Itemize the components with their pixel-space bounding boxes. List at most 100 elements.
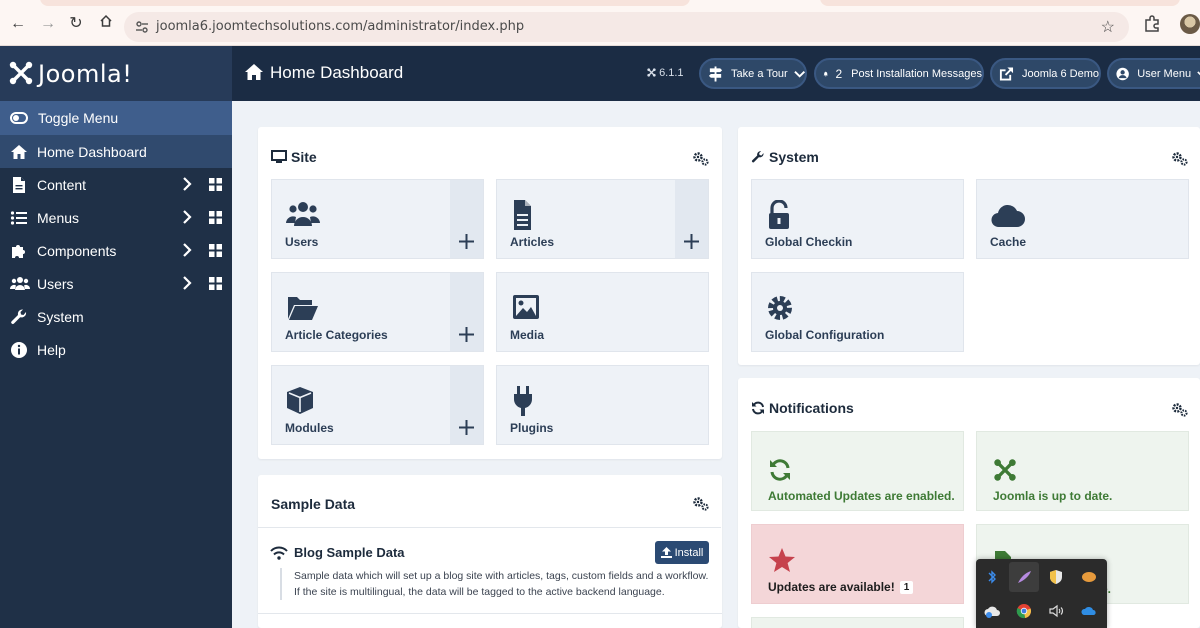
home-icon [245, 64, 263, 80]
cookie-icon[interactable] [1081, 569, 1097, 585]
blog-title-text: Blog Sample Data [294, 545, 405, 560]
add-article-button[interactable] [675, 180, 708, 258]
plugins-tile[interactable]: Plugins [496, 365, 709, 445]
divider [258, 527, 721, 528]
cache-tile[interactable]: Cache [976, 179, 1189, 259]
tile-label: Automated Updates are enabled. [768, 489, 955, 503]
signpost-icon [708, 65, 723, 82]
chevron-right-icon[interactable] [180, 177, 194, 191]
file-icon [514, 200, 531, 230]
install-button[interactable]: Install [655, 541, 709, 564]
sidebar-item-label: Toggle Menu [38, 110, 119, 126]
tile-label: Updates are available! 1 [768, 580, 914, 594]
articles-tile[interactable]: Articles [496, 179, 709, 259]
browser-chrome: ← → ↻ joomla6.joomtechsolutions.com/admi… [0, 0, 1200, 46]
take-a-tour-label: Take a Tour [731, 67, 788, 80]
forward-icon[interactable]: → [38, 14, 58, 34]
tile-label: Joomla is up to date. [993, 489, 1113, 503]
joomla-logo-icon [9, 61, 33, 85]
sidebar-item-content[interactable]: Content [0, 168, 232, 201]
bell-icon [823, 71, 828, 76]
dashboard-grid-icon[interactable] [209, 211, 222, 224]
external-link-icon [999, 66, 1014, 81]
sample-data-card: Sample Data Blog Sample Data Install Sam… [258, 475, 722, 628]
blog-sample-description: Sample data which will set up a blog sit… [280, 568, 715, 600]
url-text[interactable]: joomla6.joomtechsolutions.com/administra… [156, 19, 524, 34]
global-configuration-tile[interactable]: Global Configuration [751, 272, 964, 352]
cloud-sync-icon[interactable] [984, 603, 1000, 619]
article-categories-tile[interactable]: Article Categories [271, 272, 484, 352]
dashboard-grid-icon[interactable] [209, 277, 222, 290]
security-shield-icon[interactable] [1048, 569, 1064, 585]
site-info-icon[interactable] [134, 19, 150, 35]
sidebar-item-label: Help [37, 342, 66, 358]
add-module-button[interactable] [450, 366, 483, 444]
automated-updates-tile[interactable]: Automated Updates are enabled. [751, 431, 964, 511]
joomla-demo-label: Joomla 6 Demo [1021, 67, 1099, 80]
profile-avatar[interactable] [1180, 14, 1200, 34]
joomla-version: 6.1.1 [647, 67, 684, 79]
global-checkin-tile[interactable]: Global Checkin [751, 179, 964, 259]
chevron-right-icon[interactable] [180, 276, 194, 290]
system-tray-overflow [976, 559, 1107, 628]
plus-icon [459, 234, 474, 249]
media-tile[interactable]: Media [496, 272, 709, 352]
home-page-icon[interactable] [96, 14, 116, 34]
brand[interactable]: Joomla! [0, 46, 232, 101]
user-circle-icon [1116, 67, 1129, 80]
updates-count-badge: 1 [899, 580, 914, 594]
folder-open-icon [288, 297, 318, 320]
user-menu-button[interactable]: User Menu [1107, 58, 1200, 89]
updates-available-tile[interactable]: Updates are available! 1 [751, 524, 964, 604]
add-category-button[interactable] [450, 273, 483, 351]
sidebar-item-users[interactable]: Users [0, 267, 232, 300]
system-card-title: System [751, 149, 819, 165]
joomla-up-to-date-tile[interactable]: Joomla is up to date. [976, 431, 1189, 511]
browser-tab[interactable] [40, 0, 690, 6]
joomla-logo-icon [647, 68, 656, 77]
users-tile[interactable]: Users [271, 179, 484, 259]
sidebar-item-components[interactable]: Components [0, 234, 232, 267]
desktop-icon [271, 150, 287, 163]
cogs-icon[interactable] [692, 151, 709, 166]
gear-icon [768, 296, 792, 320]
site-card-title: Site [271, 149, 317, 165]
modules-tile[interactable]: Modules [271, 365, 484, 445]
sidebar-item-toggle-menu[interactable]: Toggle Menu [0, 101, 232, 135]
chrome-icon[interactable] [1016, 603, 1032, 619]
user-menu-label: User Menu [1137, 67, 1192, 80]
cogs-icon[interactable] [1171, 151, 1188, 166]
post-installation-messages-button[interactable]: 2 Post Installation Messages [814, 58, 984, 89]
sidebar-item-home-dashboard[interactable]: Home Dashboard [0, 135, 232, 168]
notification-tile-partial[interactable] [751, 617, 964, 628]
take-a-tour-button[interactable]: Take a Tour [699, 58, 807, 89]
users-icon [286, 202, 320, 226]
browser-tab[interactable] [820, 0, 1180, 6]
refresh-icon [752, 401, 764, 415]
bookmark-star-icon[interactable]: ☆ [1101, 17, 1115, 37]
dashboard-grid-icon[interactable] [209, 178, 222, 191]
back-icon[interactable]: ← [8, 14, 28, 34]
sidebar-item-help[interactable]: Help [0, 333, 232, 366]
tile-label: Users [285, 235, 319, 249]
sidebar-item-system[interactable]: System [0, 300, 232, 333]
dashboard-grid-icon[interactable] [209, 244, 222, 257]
tile-label: Plugins [510, 421, 554, 435]
joomla-demo-link[interactable]: Joomla 6 Demo [990, 58, 1101, 89]
sidebar-item-menus[interactable]: Menus [0, 201, 232, 234]
bluetooth-icon[interactable] [984, 569, 1000, 585]
address-bar[interactable]: joomla6.joomtechsolutions.com/administra… [124, 12, 1129, 42]
cogs-icon[interactable] [692, 496, 709, 511]
unlock-icon [769, 200, 789, 229]
chevron-right-icon[interactable] [180, 243, 194, 257]
feather-icon[interactable] [1016, 569, 1032, 585]
onedrive-icon[interactable] [1081, 603, 1097, 619]
extensions-icon[interactable] [1142, 14, 1162, 34]
cogs-icon[interactable] [1171, 402, 1188, 417]
tile-label: Global Checkin [765, 235, 853, 249]
notifications-card-title: Notifications [751, 400, 854, 416]
add-user-button[interactable] [450, 180, 483, 258]
chevron-right-icon[interactable] [180, 210, 194, 224]
volume-icon[interactable] [1048, 603, 1064, 619]
reload-icon[interactable]: ↻ [66, 14, 86, 34]
